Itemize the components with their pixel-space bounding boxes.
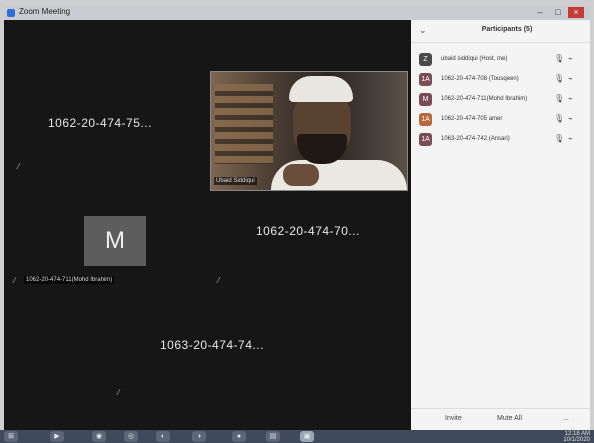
bookshelf (215, 84, 273, 164)
person-hand (283, 164, 319, 186)
microphone-muted-icon[interactable]: 🎙 (554, 134, 564, 143)
zoom-app-icon (7, 9, 15, 17)
participant-name: 1062-20-474-708 (Tousqeen) (441, 76, 519, 82)
microphone-muted-icon[interactable]: 🎙 (554, 114, 564, 123)
video-camera-off-icon[interactable]: ⌁ (568, 134, 573, 143)
video-camera-off-icon[interactable]: ⌁ (568, 114, 573, 123)
invite-button[interactable]: Invite (445, 415, 462, 422)
participant-name: 1062-20-474-711(Mohd Ibrahim) (441, 96, 528, 102)
participant-name-tag: 1062-20-474-711(Mohd Ibrahim) (24, 276, 115, 284)
title-bar: Zoom Meeting – □ × (4, 6, 590, 20)
clock-date: 10/1/2020 (563, 437, 590, 443)
muted-icon: ⁄ (18, 162, 20, 171)
participant-name: ubaid siddiqui (Host, me) (441, 56, 508, 62)
muted-icon: ⁄ (14, 276, 16, 285)
window-title: Zoom Meeting (19, 7, 71, 16)
person-cap (289, 76, 353, 102)
microphone-icon[interactable]: 🎙 (554, 54, 564, 63)
media-player-icon[interactable]: ▶ (50, 431, 64, 442)
participant-row[interactable]: 1A 1062-20-474-705 amer 🎙 ⌁ (411, 112, 590, 128)
start-button-icon[interactable]: ⊞ (4, 431, 18, 442)
participant-row[interactable]: M 1062-20-474-711(Mohd Ibrahim) 🎙 ⌁ (411, 92, 590, 108)
video-camera-icon[interactable]: ⌁ (568, 54, 573, 63)
self-video-tile[interactable]: Ubaid Siddiqui (210, 71, 408, 191)
participant-avatar: 1A (419, 133, 432, 146)
zoom-window: Zoom Meeting – □ × 1062-20-474-75... ⁄ U… (4, 6, 590, 430)
participant-avatar: M (419, 93, 432, 106)
mute-all-button[interactable]: Mute All (497, 415, 522, 422)
participant-name: 1062-20-474-705 amer (441, 116, 503, 122)
participant-row[interactable]: Z ubaid siddiqui (Host, me) 🎙 ⌁ (411, 52, 590, 68)
chrome-icon[interactable]: ◉ (92, 431, 106, 442)
app-icon[interactable]: ● (232, 431, 246, 442)
microphone-muted-icon[interactable]: 🎙 (554, 74, 564, 83)
zoom-taskbar-icon[interactable]: ▣ (300, 431, 314, 442)
participant-tile-label[interactable]: 1063-20-474-74... (160, 338, 264, 352)
participant-tile-label[interactable]: 1062-20-474-70... (256, 224, 360, 238)
participant-row[interactable]: 1A 1063-20-474-742 (Ansari) 🎙 ⌁ (411, 132, 590, 148)
app-icon[interactable]: ◑ (192, 431, 206, 442)
participant-row[interactable]: 1A 1062-20-474-708 (Tousqeen) 🎙 ⌁ (411, 72, 590, 88)
maximize-button[interactable]: □ (550, 7, 566, 18)
browser-icon[interactable]: ◎ (124, 431, 138, 442)
more-options-button[interactable]: ... (563, 415, 569, 422)
video-camera-off-icon[interactable]: ⌁ (568, 74, 573, 83)
close-button[interactable]: × (568, 7, 584, 18)
participant-name: 1063-20-474-742 (Ansari) (441, 136, 510, 142)
minimize-button[interactable]: – (532, 7, 548, 18)
video-camera-off-icon[interactable]: ⌁ (568, 94, 573, 103)
file-explorer-icon[interactable]: ▤ (266, 431, 280, 442)
muted-icon: ⁄ (118, 388, 120, 397)
participants-panel: ⌄ Participants (5) Z ubaid siddiqui (Hos… (411, 20, 590, 430)
participants-title: Participants (5) (481, 26, 533, 33)
participants-footer: Invite Mute All ... (411, 408, 590, 430)
chevron-down-icon[interactable]: ⌄ (419, 25, 427, 36)
participants-header: ⌄ Participants (5) (411, 20, 590, 43)
participant-avatar[interactable]: M (84, 216, 146, 266)
self-name-tag: Ubaid Siddiqui (214, 177, 257, 185)
app-icon[interactable]: ◐ (156, 431, 170, 442)
gallery-view: 1062-20-474-75... ⁄ Ubaid Siddiqui M 106… (4, 20, 411, 430)
windows-taskbar: ⊞ ▶ ◉ ◎ ◐ ◑ ● ▤ ▣ 12:18 AM 10/1/2020 (0, 430, 594, 443)
participant-avatar: 1A (419, 73, 432, 86)
participant-avatar: Z (419, 53, 432, 66)
system-clock[interactable]: 12:18 AM 10/1/2020 (524, 431, 590, 443)
participant-avatar: 1A (419, 113, 432, 126)
microphone-muted-icon[interactable]: 🎙 (554, 94, 564, 103)
muted-icon: ⁄ (218, 276, 220, 285)
participant-tile-label[interactable]: 1062-20-474-75... (48, 116, 152, 130)
